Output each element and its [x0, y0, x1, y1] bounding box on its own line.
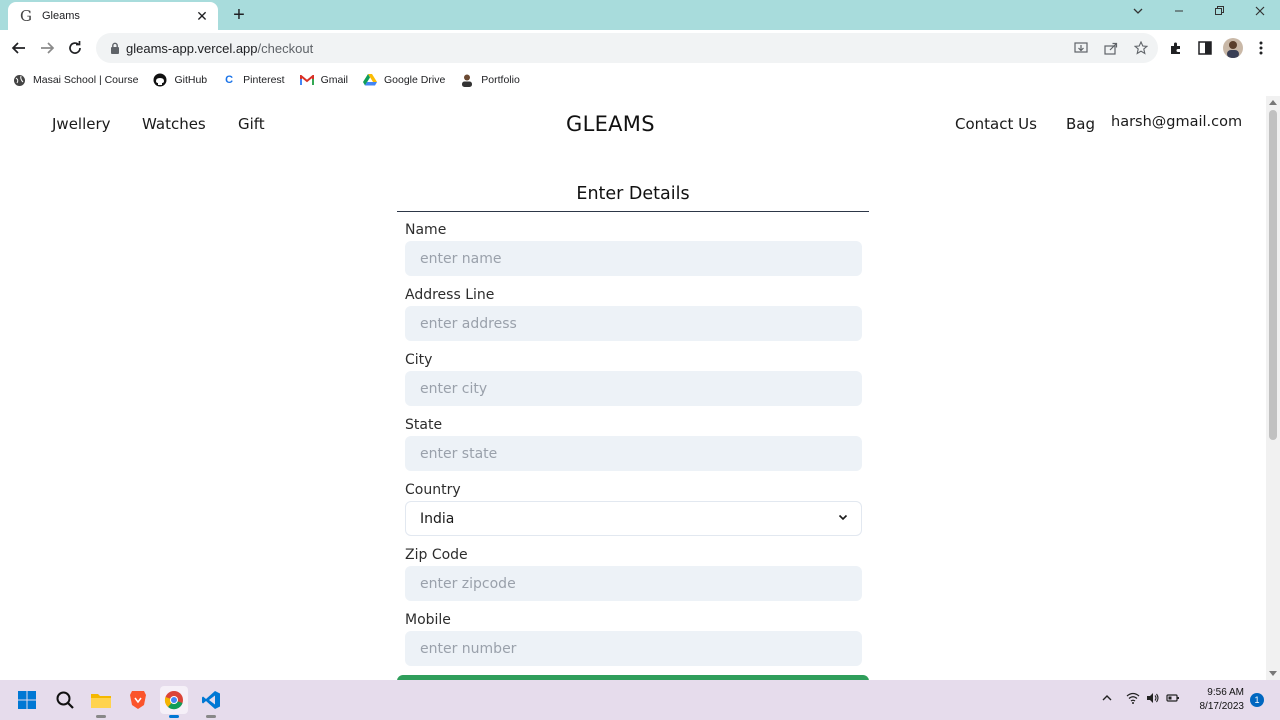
scroll-thumb[interactable]	[1269, 110, 1277, 440]
scroll-down-arrow-icon[interactable]	[1269, 671, 1277, 676]
wifi-icon[interactable]	[1126, 692, 1140, 707]
search-icon[interactable]	[51, 686, 79, 714]
country-select[interactable]: India	[405, 501, 862, 536]
bookmark-label: Google Drive	[384, 74, 446, 86]
chrome-menu-icon[interactable]	[1251, 38, 1271, 58]
form-title: Enter Details	[576, 184, 690, 204]
bookmark-google-drive[interactable]: Google Drive	[363, 73, 445, 87]
nav-link-gift[interactable]: Gift	[238, 115, 265, 133]
tab-search-chevron-icon[interactable]	[1128, 5, 1148, 20]
share-icon[interactable]	[1102, 39, 1120, 57]
pinterest-icon: C	[225, 74, 234, 86]
battery-icon[interactable]	[1166, 692, 1180, 707]
state-input[interactable]	[405, 436, 862, 471]
bookmark-masai[interactable]: Masai School | Course	[12, 73, 138, 87]
volume-icon[interactable]	[1146, 692, 1160, 707]
mobile-label: Mobile	[405, 612, 451, 628]
close-tab-icon[interactable]: ✕	[194, 8, 210, 25]
checkout-form: Enter Details Name Address Line City Sta…	[397, 184, 869, 666]
lock-icon[interactable]	[108, 41, 122, 55]
bookmark-pinterest[interactable]: C Pinterest	[222, 73, 284, 87]
forward-icon[interactable]	[37, 38, 57, 58]
bookmark-label: GitHub	[174, 74, 208, 86]
reload-icon[interactable]	[65, 38, 85, 58]
windows-start-icon[interactable]	[13, 686, 41, 714]
globe-icon	[12, 73, 26, 87]
extensions-icon[interactable]	[1166, 38, 1186, 58]
brave-browser-icon[interactable]	[124, 686, 152, 714]
bookmark-github[interactable]: GitHub	[153, 73, 207, 87]
city-label: City	[405, 352, 433, 368]
bookmark-label: Portfolio	[481, 74, 520, 86]
drive-icon	[363, 73, 377, 87]
address-input[interactable]	[405, 306, 862, 341]
address-bar[interactable]: gleams-app.vercel.app/checkout	[96, 33, 1158, 63]
browser-tab-strip: G Gleams ✕ +	[0, 0, 1280, 30]
country-select-value: India	[420, 510, 455, 527]
city-input[interactable]	[405, 371, 862, 406]
nav-link-contact-us[interactable]: Contact Us	[955, 115, 1037, 133]
site-header: Jwellery Watches Gift GLEAMS Contact Us …	[0, 96, 1266, 156]
bookmark-portfolio[interactable]: Portfolio	[460, 73, 520, 87]
zip-input[interactable]	[405, 566, 862, 601]
gmail-icon	[299, 73, 314, 87]
page-scrollbar[interactable]	[1266, 96, 1280, 680]
close-window-button[interactable]	[1250, 5, 1270, 20]
nav-link-bag[interactable]: Bag	[1066, 115, 1095, 133]
site-logo[interactable]: GLEAMS	[566, 112, 655, 136]
minimize-button[interactable]	[1169, 5, 1189, 20]
install-app-icon[interactable]	[1072, 39, 1090, 57]
name-input[interactable]	[405, 241, 862, 276]
clock-time: 9:56 AM	[1207, 687, 1244, 698]
github-icon	[153, 73, 167, 87]
scroll-up-arrow-icon[interactable]	[1269, 100, 1277, 105]
page-viewport: Jwellery Watches Gift GLEAMS Contact Us …	[0, 96, 1266, 680]
bookmark-gmail[interactable]: Gmail	[299, 73, 348, 87]
bookmark-label: Gmail	[320, 74, 348, 86]
user-email[interactable]: harsh@gmail.com	[1111, 114, 1242, 130]
bookmarks-bar: Masai School | Course GitHub C Pinterest…	[0, 66, 1280, 94]
url-text: gleams-app.vercel.app/checkout	[126, 40, 314, 56]
chevron-down-icon	[837, 511, 849, 527]
portfolio-icon	[460, 73, 474, 87]
state-label: State	[405, 417, 443, 433]
side-panel-icon[interactable]	[1195, 38, 1215, 58]
browser-tab[interactable]: G Gleams ✕	[8, 2, 218, 30]
tab-favicon-icon: G	[20, 7, 32, 25]
bookmark-star-icon[interactable]	[1132, 39, 1150, 57]
tab-title: Gleams	[42, 10, 80, 22]
bookmark-label: Pinterest	[243, 74, 285, 86]
os-taskbar: 9:56 AM 8/17/2023 1	[0, 680, 1280, 720]
form-divider	[397, 211, 869, 212]
notification-badge[interactable]: 1	[1250, 693, 1264, 707]
new-tab-button[interactable]: +	[229, 5, 249, 25]
profile-avatar[interactable]	[1223, 38, 1243, 58]
running-indicator	[206, 715, 216, 718]
vscode-icon[interactable]	[197, 686, 225, 718]
clock-date: 8/17/2023	[1199, 701, 1245, 712]
running-indicator	[169, 715, 179, 718]
address-label: Address Line	[405, 287, 495, 303]
browser-toolbar: gleams-app.vercel.app/checkout	[0, 30, 1280, 66]
mobile-input[interactable]	[405, 631, 862, 666]
show-hidden-icons-chevron-icon[interactable]	[1101, 692, 1113, 707]
chrome-taskbar-icon[interactable]	[160, 686, 188, 718]
file-explorer-icon[interactable]	[87, 686, 115, 718]
nav-link-watches[interactable]: Watches	[142, 115, 206, 133]
running-indicator	[96, 715, 106, 718]
back-icon[interactable]	[9, 38, 29, 58]
bookmark-label: Masai School | Course	[33, 74, 139, 86]
name-label: Name	[405, 222, 447, 238]
zip-label: Zip Code	[405, 547, 468, 563]
restore-button[interactable]	[1209, 5, 1229, 20]
country-label: Country	[405, 482, 461, 498]
system-clock[interactable]: 9:56 AM 8/17/2023	[1190, 686, 1245, 714]
nav-link-jwellery[interactable]: Jwellery	[52, 115, 111, 133]
